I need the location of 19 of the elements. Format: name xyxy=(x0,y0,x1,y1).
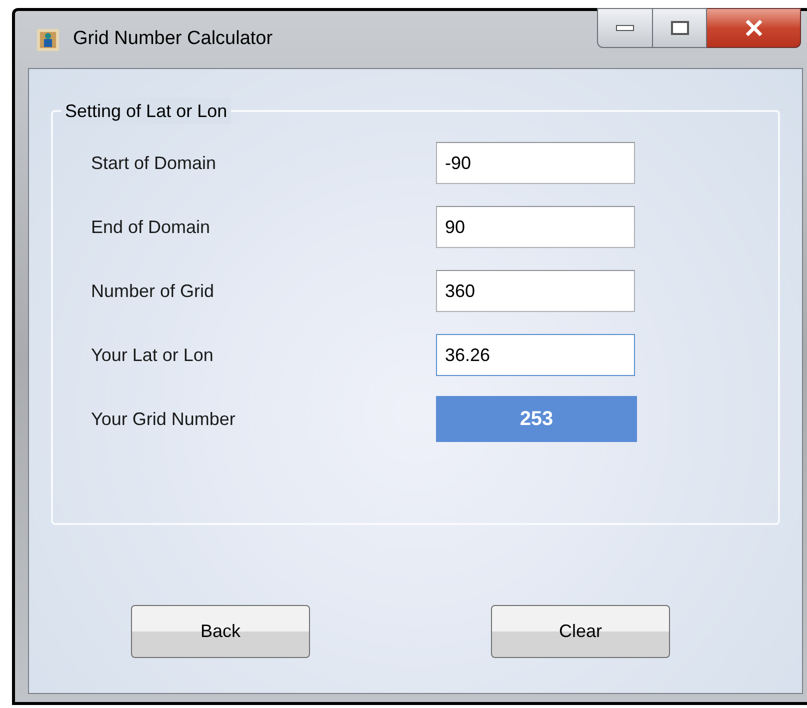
maximize-button[interactable] xyxy=(653,8,707,48)
field-label: Your Grid Number xyxy=(91,408,236,430)
field-label: Start of Domain xyxy=(91,152,218,174)
close-icon xyxy=(744,20,762,36)
minimize-button[interactable] xyxy=(597,8,653,48)
input-field[interactable]: 360 xyxy=(436,270,635,312)
close-button[interactable] xyxy=(707,8,801,48)
input-field[interactable]: 36.26 xyxy=(436,334,635,376)
action-button[interactable]: Back xyxy=(131,605,310,658)
field-label: Number of Grid xyxy=(91,280,216,302)
action-button[interactable]: Clear xyxy=(491,605,670,658)
field-label: End of Domain xyxy=(91,216,212,238)
field-label: Your Lat or Lon xyxy=(91,344,214,366)
group-title: Setting of Lat or Lon xyxy=(61,98,232,124)
input-field[interactable]: 90 xyxy=(436,206,635,248)
window-title: Grid Number Calculator xyxy=(73,27,273,52)
input-field[interactable]: -90 xyxy=(436,142,635,184)
app-icon xyxy=(37,28,59,50)
result-display: 253 xyxy=(436,396,637,442)
